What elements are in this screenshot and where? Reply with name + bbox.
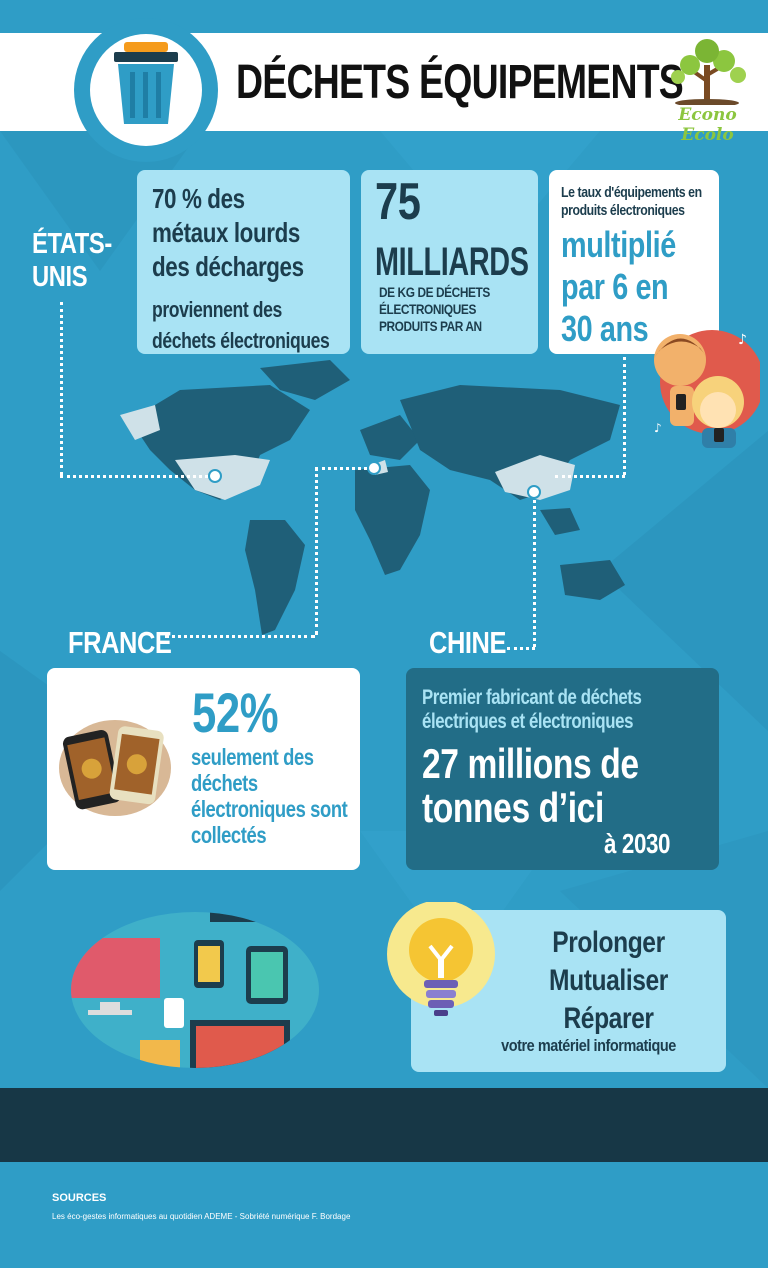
trash-bin-icon: [114, 42, 178, 124]
lightbulb-icon: [387, 902, 495, 1016]
logo: Econo Ecolo: [650, 35, 765, 145]
infographic: { "header": {"title": "DÉCHETS ÉQUIPEMEN…: [0, 0, 768, 1268]
devices-illustration: [71, 912, 319, 1068]
stat-card-75-billion: 75 MILLIARDS DE KG DE DÉCHETS ÉLECTRONIQ…: [361, 170, 538, 354]
stat-card-china: Premier fabricant de déchets électriques…: [406, 668, 719, 870]
footer: SOURCES Les éco-gestes informatiques au …: [0, 1162, 768, 1268]
footer-band: [0, 1088, 768, 1162]
usa-label: ÉTATS- UNIS: [32, 228, 112, 293]
page-title: DÉCHETS ÉQUIPEMENTS: [236, 56, 684, 109]
sources-title: SOURCES: [52, 1192, 107, 1204]
logo-text: Econo Ecolo: [678, 105, 737, 145]
world-map: [120, 360, 625, 635]
china-pin-icon: [527, 485, 541, 499]
sources-text: Les éco-gestes informatiques au quotidie…: [52, 1212, 351, 1221]
smartphones-icon: [59, 720, 171, 816]
usa-pin-icon: [208, 469, 222, 483]
kids-with-phones-illustration: ♪ ♪: [654, 330, 760, 448]
svg-text:♪: ♪: [654, 421, 662, 435]
svg-text:♪: ♪: [738, 332, 747, 348]
tree-icon: [671, 39, 746, 107]
stat-card-heavy-metals: 70 % des métaux lourds des décharges pro…: [137, 170, 350, 354]
france-pin-icon: [367, 461, 381, 475]
france-label: FRANCE: [68, 625, 172, 660]
stat-card-france: 52% seulement des déchets électroniques …: [47, 668, 360, 870]
china-label: CHINE: [429, 625, 507, 660]
